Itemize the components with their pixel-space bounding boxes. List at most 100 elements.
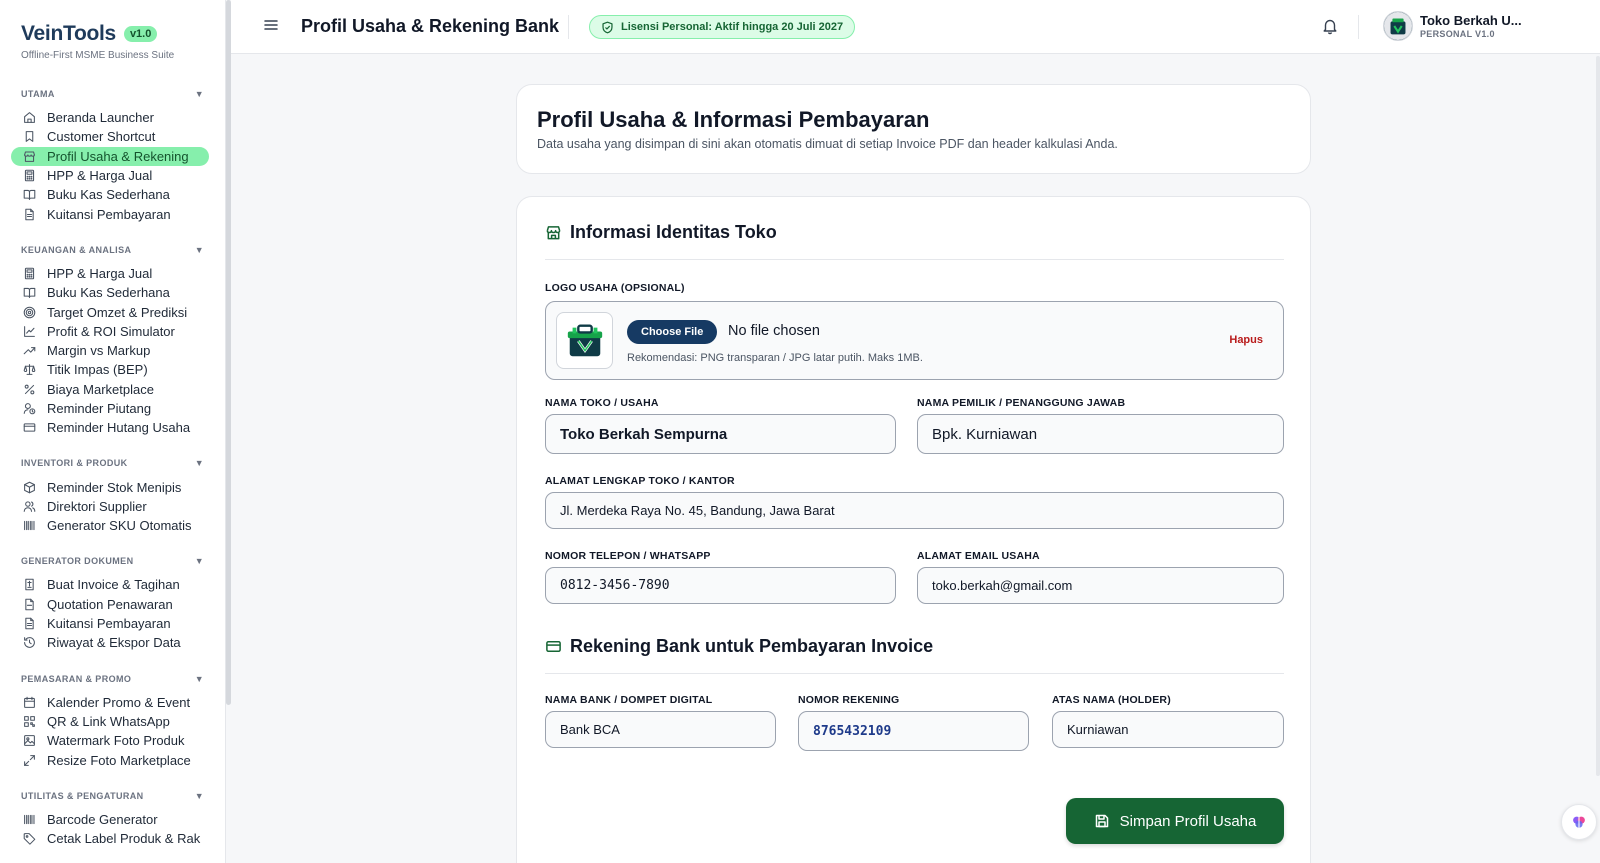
sidebar-item-label: Cetak Label Produk & Rak — [47, 831, 201, 847]
sidebar-item[interactable]: Barcode Generator — [11, 810, 209, 829]
sidebar-item[interactable]: Target Omzet & Prediksi — [11, 302, 209, 321]
holder-input[interactable]: Kurniawan — [1052, 711, 1284, 748]
account-number-input[interactable]: 8765432109 — [798, 711, 1029, 751]
user-name[interactable]: Toko Berkah U... — [1420, 13, 1522, 28]
sidebar-item[interactable]: Reminder Stok Menipis — [11, 477, 209, 496]
nav-section-title: GENERATOR DOKUMEN — [21, 556, 134, 567]
chevron-down-icon[interactable]: ▼ — [195, 556, 204, 566]
nav-section: UTILITAS & PENGATURAN ▼ Barcode Generator C… — [0, 789, 225, 849]
section-divider — [545, 673, 1284, 674]
phone-input[interactable]: 0812-3456-7890 — [545, 567, 896, 604]
chevron-down-icon[interactable]: ▼ — [195, 674, 204, 684]
bookmark-icon — [23, 130, 36, 143]
sidebar-item[interactable]: Kalender Promo & Event — [11, 693, 209, 712]
intro-description: Data usaha yang disimpan di sini akan ot… — [537, 137, 1118, 151]
qr-icon — [23, 715, 36, 728]
image-icon — [23, 734, 36, 747]
address-label: ALAMAT LENGKAP TOKO / KANTOR — [545, 475, 735, 487]
sidebar-item[interactable]: Buat Invoice & Tagihan — [11, 575, 209, 594]
nav-section: UTAMA ▼ Beranda Launcher Customer Shortcut P… — [0, 87, 225, 224]
nav-section-header[interactable]: GENERATOR DOKUMEN ▼ — [0, 554, 225, 568]
credit-card-icon — [23, 421, 36, 434]
nav-section-header[interactable]: UTAMA ▼ — [0, 87, 225, 101]
calculator-icon — [23, 267, 36, 280]
user-role: PERSONAL V1.0 — [1420, 29, 1495, 39]
remove-logo-button[interactable]: Hapus — [1229, 334, 1263, 346]
sidebar-item[interactable]: Buku Kas Sederhana — [11, 185, 209, 204]
users-icon — [23, 500, 36, 513]
sidebar-item[interactable]: Riwayat & Ekspor Data — [11, 633, 209, 652]
nav-section-title: PEMASARAN & PROMO — [21, 673, 132, 684]
sidebar-item[interactable]: Beranda Launcher — [11, 108, 209, 127]
sidebar-item[interactable]: Titik Impas (BEP) — [11, 360, 209, 379]
sidebar-item-label: Buku Kas Sederhana — [47, 285, 170, 301]
sidebar-item[interactable]: QR & Link WhatsApp — [11, 712, 209, 731]
email-input[interactable]: toko.berkah@gmail.com — [917, 567, 1284, 604]
version-badge: v1.0 — [123, 26, 158, 42]
sidebar-item-label: Reminder Stok Menipis — [47, 479, 182, 495]
sidebar-item[interactable]: Direktori Supplier — [11, 497, 209, 516]
sidebar-item[interactable]: HPP & Harga Jual — [11, 166, 209, 185]
save-label: Simpan Profil Usaha — [1119, 812, 1257, 830]
sidebar-item-label: Reminder Hutang Usaha — [47, 420, 191, 436]
chevron-down-icon[interactable]: ▼ — [195, 89, 204, 99]
avatar[interactable] — [1383, 11, 1413, 41]
barcode-icon — [23, 519, 36, 532]
calendar-icon — [23, 696, 36, 709]
nav-section-header[interactable]: INVENTORI & PRODUK ▼ — [0, 456, 225, 470]
nav-section: GENERATOR DOKUMEN ▼ Buat Invoice & Tagihan… — [0, 554, 225, 652]
credit-card-icon — [546, 641, 561, 652]
owner-input[interactable]: Bpk. Kurniawan — [917, 414, 1284, 454]
nav-section-title: INVENTORI & PRODUK — [21, 458, 128, 469]
sidebar-item-label: Direktori Supplier — [47, 498, 147, 514]
sidebar-item[interactable]: Watermark Foto Produk — [11, 731, 209, 750]
bank-name-input[interactable]: Bank BCA — [545, 711, 776, 748]
sidebar-item[interactable]: Kuitansi Pembayaran — [11, 204, 209, 223]
nav-section-header[interactable]: PEMASARAN & PROMO ▼ — [0, 672, 225, 686]
sidebar-item[interactable]: Margin vs Markup — [11, 341, 209, 360]
sidebar-item-label: Barcode Generator — [47, 811, 158, 827]
sidebar-item[interactable]: HPP & Harga Jual — [11, 264, 209, 283]
sidebar-item[interactable]: Cetak Label Produk & Rak — [11, 829, 209, 848]
resize-icon — [23, 754, 36, 767]
sidebar-item[interactable]: Profit & ROI Simulator — [11, 322, 209, 341]
toolbox-logo-icon — [567, 324, 602, 356]
nav-section: KEUANGAN & ANALISA ▼ HPP & Harga Jual Buku … — [0, 243, 225, 438]
scale-icon — [23, 363, 36, 376]
nav-section-header[interactable]: UTILITAS & PENGATURAN ▼ — [0, 789, 225, 803]
sidebar-item[interactable]: Reminder Hutang Usaha — [11, 418, 209, 437]
user-clock-icon — [23, 402, 36, 415]
sidebar-item[interactable]: Profil Usaha & Rekening — [11, 146, 209, 166]
sidebar-item[interactable]: Biaya Marketplace — [11, 380, 209, 399]
sidebar-item[interactable]: Resize Foto Marketplace — [11, 750, 209, 769]
topbar: Profil Usaha & Rekening Bank Lisensi Per… — [231, 0, 1600, 54]
brand-tagline: Offline-First MSME Business Suite — [21, 50, 175, 61]
nav-section-title: KEUANGAN & ANALISA — [21, 244, 132, 255]
chevron-down-icon[interactable]: ▼ — [195, 245, 204, 255]
choose-file-button[interactable]: Choose File — [627, 320, 718, 344]
license-text: Lisensi Personal: Aktif hingga 20 Juli 2… — [621, 21, 844, 33]
sidebar-item-label: HPP & Harga Jual — [47, 265, 153, 281]
store-name-input[interactable]: Toko Berkah Sempurna — [545, 414, 896, 454]
sidebar-item[interactable]: Customer Shortcut — [11, 127, 209, 146]
sidebar-item[interactable]: Generator SKU Otomatis — [11, 516, 209, 535]
nav-section-header[interactable]: KEUANGAN & ANALISA ▼ — [0, 243, 225, 257]
sidebar-scrollbar[interactable] — [226, 0, 231, 705]
sidebar-item[interactable]: Quotation Penawaran — [11, 595, 209, 614]
sidebar-item-label: Customer Shortcut — [47, 129, 156, 145]
chevron-down-icon[interactable]: ▼ — [195, 458, 204, 468]
bell-icon[interactable] — [1321, 17, 1339, 35]
sidebar-item[interactable]: Reminder Piutang — [11, 399, 209, 418]
address-input[interactable]: Jl. Merdeka Raya No. 45, Bandung, Jawa B… — [545, 492, 1284, 529]
save-profile-button[interactable]: Simpan Profil Usaha — [1066, 798, 1284, 844]
holder-label: ATAS NAMA (HOLDER) — [1052, 694, 1171, 706]
menu-icon[interactable] — [263, 17, 279, 33]
sidebar-item[interactable]: Buku Kas Sederhana — [11, 283, 209, 302]
assistant-widget[interactable] — [1561, 804, 1597, 840]
chevron-down-icon[interactable]: ▼ — [195, 791, 204, 801]
store-icon — [23, 150, 36, 163]
sidebar-item-label: Profit & ROI Simulator — [47, 323, 175, 339]
logo-upload: Choose File No file chosen Rekomendasi: … — [545, 301, 1284, 380]
sidebar-item[interactable]: Kuitansi Pembayaran — [11, 614, 209, 633]
main-scrollbar[interactable] — [1596, 56, 1600, 776]
